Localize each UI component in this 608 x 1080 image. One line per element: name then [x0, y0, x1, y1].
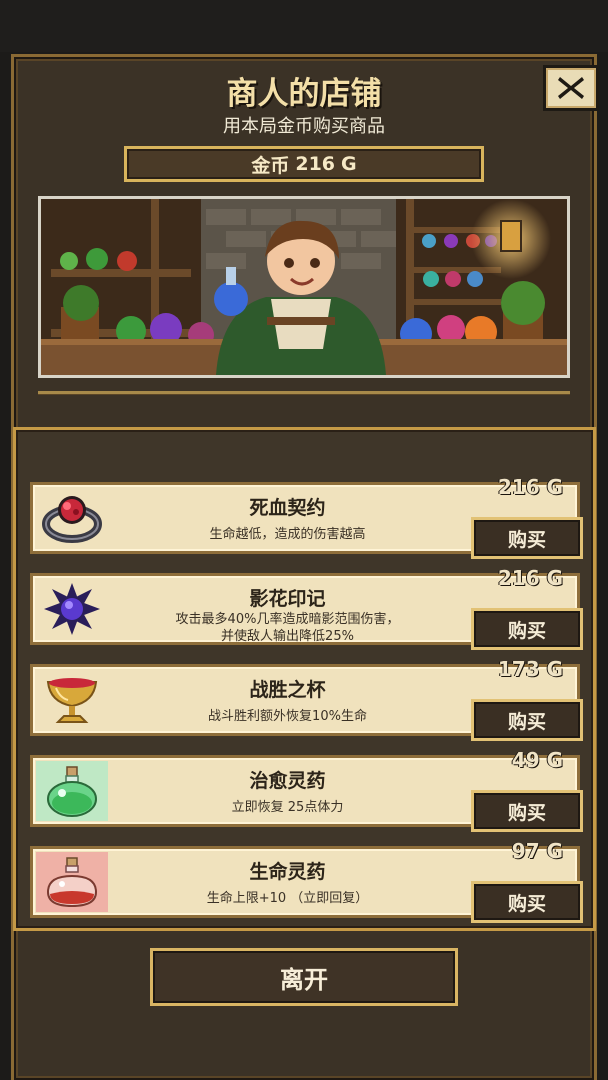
item-name: 死血契约	[249, 497, 326, 519]
item-desc: 立即恢复 25点体力	[231, 800, 344, 815]
red-potion-icon	[46, 857, 98, 908]
golden-cup-icon	[46, 678, 98, 723]
item-price: 49 G	[511, 748, 563, 772]
buy-button[interactable]: 购买	[471, 699, 583, 741]
item-desc: 生命越低，造成的伤害越高	[209, 527, 366, 542]
section-divider	[38, 391, 570, 395]
item-name: 战胜之杯	[249, 679, 326, 701]
item-price: 216 G	[497, 475, 563, 499]
item-name: 生命灵药	[249, 861, 326, 883]
blood-ring-icon	[42, 496, 102, 543]
item-price: 216 G	[497, 566, 563, 590]
item-name: 影花印记	[249, 588, 326, 610]
shop-item: 生命灵药 生命上限+10 （立即回复） 97 G 购买	[30, 839, 583, 923]
item-price: 97 G	[511, 839, 563, 863]
item-name: 治愈灵药	[249, 770, 326, 792]
green-potion-icon	[47, 766, 97, 817]
buy-button[interactable]: 购买	[471, 517, 583, 559]
buy-button[interactable]: 购买	[471, 608, 583, 650]
gold-unit: G	[341, 153, 357, 175]
gold-amount: 216	[295, 153, 336, 175]
shop-item: 治愈灵药 立即恢复 25点体力 49 G 购买	[30, 748, 583, 832]
top-bar	[0, 0, 608, 52]
item-icon-cell	[36, 761, 108, 821]
page-title: 商人的店铺	[226, 76, 382, 112]
item-desc: 攻击最多40%几率造成暗影范围伤害， 并使敌人输出降低25%	[175, 612, 400, 644]
close-icon	[558, 77, 584, 99]
merchant-shop-illustration	[38, 196, 570, 378]
close-button[interactable]	[543, 65, 599, 111]
buy-button[interactable]: 购买	[471, 881, 583, 923]
item-icon-cell	[36, 579, 108, 639]
shop-item: 影花印记 攻击最多40%几率造成暗影范围伤害， 并使敌人输出降低25% 216 …	[30, 566, 583, 650]
gold-display: 金币 216 G	[124, 146, 484, 182]
shadow-flower-icon	[44, 583, 100, 635]
item-desc: 战斗胜利额外恢复10%生命	[208, 709, 367, 724]
item-icon-cell	[36, 670, 108, 730]
item-icon-cell	[36, 852, 108, 912]
shop-item: 死血契约 生命越低，造成的伤害越高 216 G 购买	[30, 475, 583, 559]
buy-button[interactable]: 购买	[471, 790, 583, 832]
shop-item: 战胜之杯 战斗胜利额外恢复10%生命 173 G 购买	[30, 657, 583, 741]
item-desc: 生命上限+10 （立即回复）	[206, 891, 369, 906]
leave-button[interactable]: 离开	[150, 948, 458, 1006]
item-price: 173 G	[497, 657, 563, 681]
gold-label: 金币	[251, 154, 290, 177]
page-subtitle: 用本局金币购买商品	[223, 116, 385, 137]
item-icon-cell	[36, 488, 108, 548]
